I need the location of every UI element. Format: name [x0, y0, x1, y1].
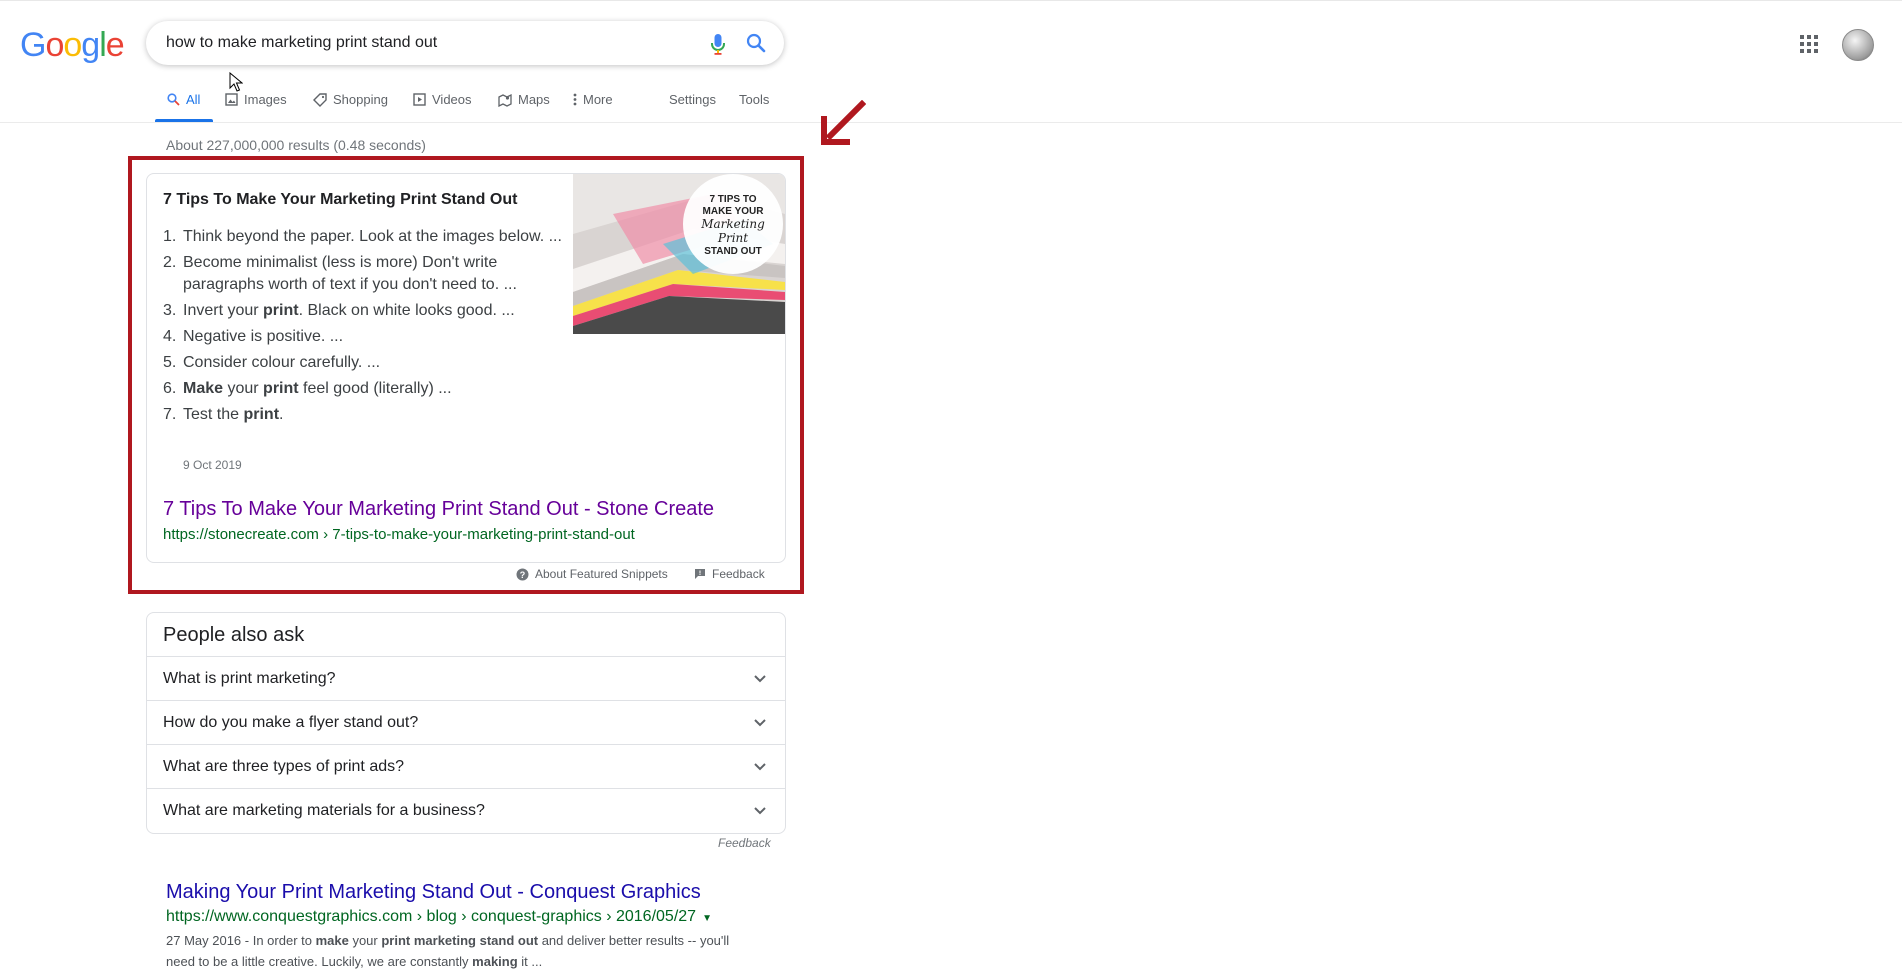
- snippet-result-link[interactable]: 7 Tips To Make Your Marketing Print Stan…: [163, 498, 714, 521]
- play-icon: [413, 93, 426, 106]
- chevron-down-icon: [753, 671, 767, 689]
- question-text: What is print marketing?: [163, 670, 336, 687]
- question-row[interactable]: What are marketing materials for a busin…: [147, 788, 785, 832]
- question-text: What are marketing materials for a busin…: [163, 802, 485, 819]
- settings-link[interactable]: Settings: [669, 92, 716, 107]
- tab-more[interactable]: More: [573, 92, 613, 107]
- question-text: How do you make a flyer stand out?: [163, 714, 419, 731]
- image-text-line-1: 7 TIPS TO: [709, 194, 756, 205]
- snippet-list-item: 1. Think beyond the paper. Look at the im…: [163, 228, 562, 245]
- question-text: What are three types of print ads?: [163, 758, 405, 775]
- annotation-arrow-icon: [820, 99, 867, 151]
- tab-images[interactable]: Images: [225, 92, 287, 107]
- about-featured-snippets-label: About Featured Snippets: [535, 567, 668, 581]
- question-row[interactable]: How do you make a flyer stand out?: [147, 700, 785, 744]
- search-input[interactable]: how to make marketing print stand out: [166, 34, 437, 52]
- result-stats: About 227,000,000 results (0.48 seconds): [166, 137, 426, 153]
- tab-videos[interactable]: Videos: [413, 92, 472, 107]
- tab-shopping-label: Shopping: [333, 92, 388, 107]
- account-avatar[interactable]: [1842, 29, 1874, 61]
- image-text-line-2: MAKE YOUR: [703, 206, 765, 217]
- snippet-list-item: 3. Invert your print. Black on white look…: [163, 302, 515, 319]
- chevron-down-icon: [753, 715, 767, 733]
- people-also-ask-title: People also ask: [163, 624, 305, 646]
- image-icon: [225, 93, 238, 106]
- caret-down-icon[interactable]: ▼: [702, 913, 712, 924]
- snippet-feedback[interactable]: Feedback: [694, 567, 765, 581]
- result-url[interactable]: https://www.conquestgraphics.com › blog …: [166, 908, 712, 926]
- tab-all-label: All: [186, 92, 201, 107]
- snippet-feedback-label: Feedback: [712, 567, 765, 581]
- chevron-down-icon: [753, 803, 767, 821]
- header-divider: [0, 122, 1902, 123]
- tab-images-label: Images: [244, 92, 287, 107]
- image-text-line-3: Marketing: [700, 217, 765, 231]
- feedback-flag-icon: [695, 569, 705, 579]
- snippet-list-item: 4. Negative is positive. ...: [163, 328, 344, 345]
- tab-all[interactable]: All: [167, 92, 200, 107]
- svg-text:?: ?: [520, 570, 526, 580]
- search-icon: [167, 93, 180, 106]
- question-row[interactable]: What are three types of print ads?: [147, 744, 785, 788]
- tools-link[interactable]: Tools: [739, 92, 769, 107]
- result-title-link[interactable]: Making Your Print Marketing Stand Out - …: [166, 881, 701, 904]
- snippet-list-item: 2. Become minimalist (less is more) Don't…: [163, 254, 517, 293]
- tab-maps-label: Maps: [518, 92, 550, 107]
- tab-maps[interactable]: Maps: [498, 92, 550, 107]
- snippet-list: 1. Think beyond the paper. Look at the im…: [163, 226, 563, 430]
- help-circle-icon: ?: [516, 568, 529, 580]
- tab-more-label: More: [583, 92, 613, 107]
- map-icon: [498, 93, 512, 107]
- snippet-date: 9 Oct 2019: [183, 458, 242, 472]
- image-text-line-5: STAND OUT: [704, 246, 762, 257]
- search-icon[interactable]: [746, 33, 766, 58]
- tag-icon: [313, 92, 327, 107]
- result-description: 27 May 2016 - In order to make your prin…: [166, 933, 730, 969]
- microphone-icon[interactable]: [710, 33, 726, 60]
- tab-shopping[interactable]: Shopping: [313, 92, 388, 107]
- snippet-image[interactable]: 7 TIPS TO MAKE YOUR Marketing Print STAN…: [573, 174, 785, 334]
- apps-grid-icon[interactable]: [1800, 35, 1818, 58]
- snippet-list-item: 5. Consider colour carefully. ...: [163, 354, 381, 371]
- result-url-text: https://www.conquestgraphics.com › blog …: [166, 908, 697, 925]
- top-border: [0, 0, 1902, 1]
- about-featured-snippets[interactable]: ? About Featured Snippets: [516, 567, 668, 581]
- chevron-down-icon: [753, 759, 767, 777]
- more-dots-icon: [573, 93, 577, 106]
- question-row[interactable]: What is print marketing?: [147, 656, 785, 700]
- tab-videos-label: Videos: [432, 92, 472, 107]
- snippet-result-url[interactable]: https://stonecreate.com › 7-tips-to-make…: [163, 526, 635, 543]
- snippet-list-item: 7. Test the print.: [163, 406, 284, 423]
- snippet-title: 7 Tips To Make Your Marketing Print Stan…: [163, 191, 518, 208]
- search-box[interactable]: how to make marketing print stand out: [146, 21, 784, 65]
- people-also-ask-feedback[interactable]: Feedback: [718, 836, 771, 850]
- image-text-line-4: Print: [717, 231, 748, 245]
- google-logo[interactable]: Google: [20, 26, 125, 65]
- snippet-list-item: 6. Make your print feel good (literally) …: [163, 380, 452, 397]
